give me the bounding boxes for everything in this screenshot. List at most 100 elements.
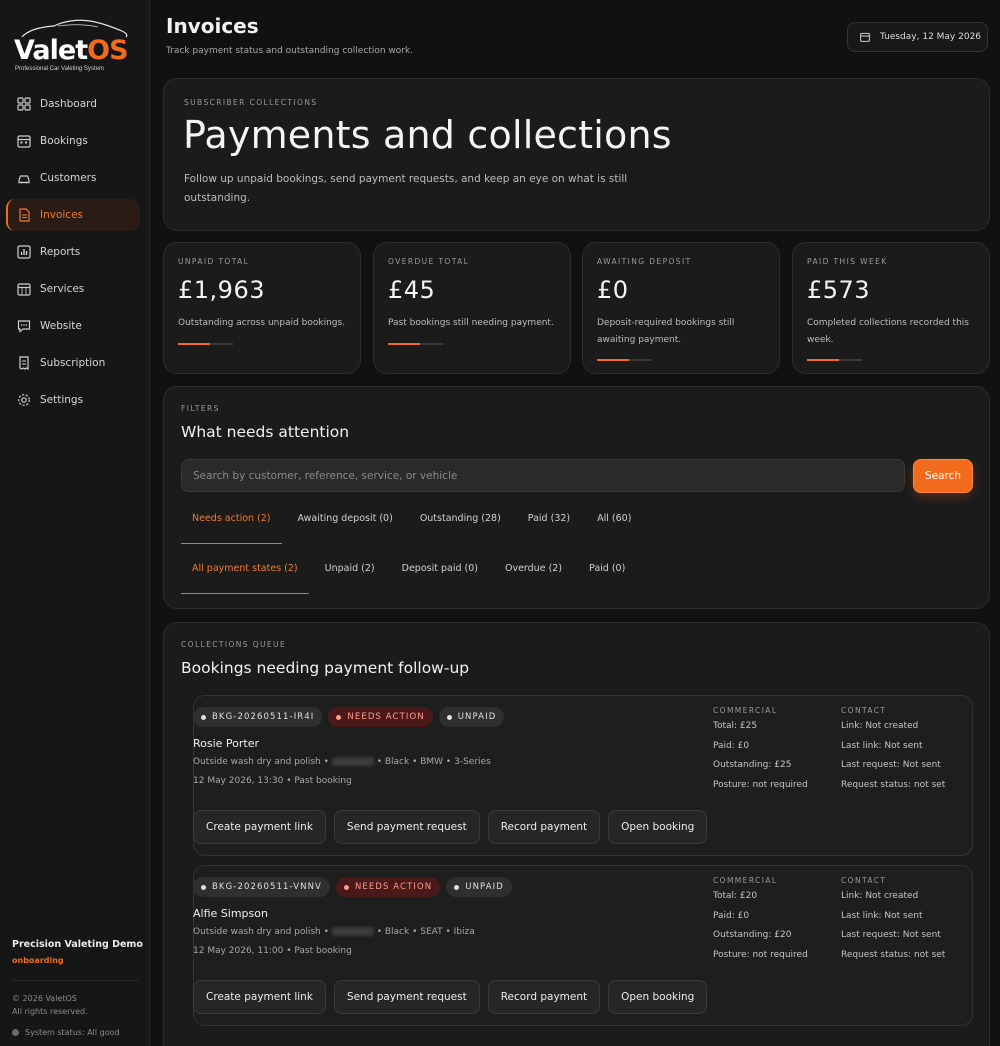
tab-state-paid[interactable]: Paid (0) [578,554,636,594]
sidebar-item-dashboard[interactable]: Dashboard [6,88,140,120]
sidebar-item-reports[interactable]: Reports [6,236,140,268]
sidebar-item-website[interactable]: Website [6,310,140,342]
sidebar-item-subscription[interactable]: Subscription [6,347,140,379]
sidebar-item-customers[interactable]: Customers [6,162,140,194]
sidebar-item-services[interactable]: Services [6,273,140,305]
tab-paid[interactable]: Paid (32) [517,504,581,544]
record-payment-button[interactable]: Record payment [487,810,601,844]
search-button[interactable]: Search [913,459,973,493]
contact-heading: CONTACT [841,706,887,715]
search-input[interactable] [181,459,905,492]
sidebar-item-invoices[interactable]: Invoices [6,199,140,231]
reference-badge: BKG-20260511-VNNV [193,877,330,897]
document-icon [16,207,32,223]
commercial-total: Total: £20 [713,891,758,901]
stat-card-deposit: AWAITING DEPOSIT £0 Deposit-required boo… [582,242,780,374]
filters-title: What needs attention [181,423,350,441]
sidebar-item-label: Dashboard [40,98,97,110]
gear-icon [16,392,32,408]
calendar-grid-icon [16,281,32,297]
contact-link: Link: Not created [841,891,919,901]
create-payment-link-button[interactable]: Create payment link [193,810,326,844]
tab-outstanding[interactable]: Outstanding (28) [409,504,512,544]
commercial-heading: COMMERCIAL [713,876,778,885]
stat-card-overdue: OVERDUE TOTAL £45 Past bookings still ne… [373,242,571,374]
tab-all[interactable]: All (60) [586,504,642,544]
copyright: © 2026 ValetOS All rights reserved. [12,994,88,1016]
commercial-column: COMMERCIAL Total: £25 Paid: £0 Outstandi… [713,706,808,799]
sidebar: ValetOS Professional Car Valeting System… [0,0,150,1046]
stat-accent-bar [178,343,233,345]
calendar-icon [860,32,870,42]
commercial-posture: Posture: not required [713,779,808,790]
payment-state-tabs: All payment states (2) Unpaid (2) Deposi… [181,554,636,594]
tab-unpaid[interactable]: Unpaid (2) [314,554,386,594]
sidebar-item-settings[interactable]: Settings [6,384,140,416]
stat-label: OVERDUE TOTAL [388,257,470,266]
booking-time: 12 May 2026, 13:30 • Past booking [193,776,352,786]
stat-value: £0 [597,276,629,304]
stat-label: PAID THIS WEEK [807,257,888,266]
commercial-heading: COMMERCIAL [713,706,778,715]
record-payment-button[interactable]: Record payment [487,980,601,1014]
contact-request-status: Request status: not set [841,779,946,790]
send-payment-request-button[interactable]: Send payment request [333,810,480,844]
stat-description: Past bookings still needing payment. [388,318,554,328]
tab-overdue[interactable]: Overdue (2) [494,554,573,594]
open-booking-button[interactable]: Open booking [608,980,708,1014]
date-chip[interactable]: Tuesday, 12 May 2026 [847,22,988,52]
contact-last-link: Last link: Not sent [841,910,923,921]
sidebar-item-label: Website [40,320,82,332]
send-payment-request-button[interactable]: Send payment request [333,980,480,1014]
stat-value: £1,963 [178,276,265,304]
status-dot-icon [12,1029,19,1036]
system-status: System status: All good [12,1028,120,1037]
workspace-info[interactable]: Precision Valeting Demo onboarding [12,939,143,965]
sidebar-item-label: Invoices [40,209,84,221]
status-badge: NEEDS ACTION [335,877,441,897]
booking-time: 12 May 2026, 11:00 • Past booking [193,946,352,956]
reference-badge: BKG-20260511-IR4I [193,707,323,727]
sidebar-divider [12,980,138,981]
stat-value: £45 [388,276,436,304]
tab-needs-action[interactable]: Needs action (2) [181,504,282,544]
payment-badge: UNPAID [446,877,512,897]
stat-accent-bar [388,343,443,345]
redacted-registration [331,757,374,766]
stat-accent-bar [807,359,862,361]
contact-heading: CONTACT [841,876,887,885]
tab-all-payment-states[interactable]: All payment states (2) [181,554,309,594]
tab-awaiting-deposit[interactable]: Awaiting deposit (0) [287,504,404,544]
workspace-name: Precision Valeting Demo [12,939,143,950]
stat-description: Completed collections recorded this week… [807,318,969,345]
hero-description: Follow up unpaid bookings, send payment … [184,173,628,204]
booking-actions: Create payment link Send payment request… [193,810,715,844]
create-payment-link-button[interactable]: Create payment link [193,980,326,1014]
customer-name: Rosie Porter [193,737,260,750]
stat-description: Outstanding across unpaid bookings. [178,318,346,328]
logo-wordmark: ValetOS [14,35,129,66]
sidebar-item-label: Services [40,283,85,295]
status-badge: NEEDS ACTION [328,707,433,727]
commercial-column: COMMERCIAL Total: £20 Paid: £0 Outstandi… [713,876,808,969]
stat-label: AWAITING DEPOSIT [597,257,692,266]
car-icon [16,170,32,186]
valetos-logo[interactable]: ValetOS Professional Car Valeting System [14,18,138,76]
commercial-posture: Posture: not required [713,949,808,960]
contact-column: CONTACT Link: Not created Last link: Not… [841,876,945,969]
payment-badge: UNPAID [438,707,505,727]
sidebar-item-label: Customers [40,172,97,184]
tab-deposit-paid[interactable]: Deposit paid (0) [391,554,489,594]
contact-last-request: Last request: Not sent [841,930,941,940]
stat-card-unpaid: UNPAID TOTAL £1,963 Outstanding across u… [163,242,361,374]
contact-link: Link: Not created [841,721,919,731]
sidebar-item-bookings[interactable]: Bookings [6,125,140,157]
workspace-status: onboarding [12,956,64,965]
bar-chart-icon [16,244,32,260]
commercial-paid: Paid: £0 [713,910,750,921]
queue-title: Bookings needing payment follow-up [181,659,470,677]
open-booking-button[interactable]: Open booking [608,810,708,844]
sidebar-item-label: Settings [40,394,84,406]
hero-card: SUBSCRIBER COLLECTIONS Payments and coll… [163,78,990,231]
page-subtitle: Track payment status and outstanding col… [166,46,414,56]
